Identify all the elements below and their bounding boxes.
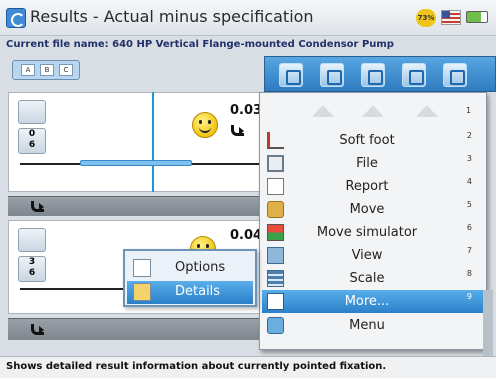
results-app-icon [6,8,26,28]
battery-percent-badge: 73% [416,9,436,27]
menu-item-scale[interactable]: Scale 8 [262,267,484,290]
toolbar [264,56,496,92]
offset-arrow-icon [30,323,44,335]
view-toggle-a[interactable]: A [21,64,35,76]
current-file-name: Current file name: 640 HP Vertical Flang… [6,39,394,50]
chart-icon[interactable] [402,63,426,87]
shaft-line [20,288,124,290]
battery-icon [466,11,488,23]
measurement-direction-label: 3 6 [18,256,46,282]
menu-item-report[interactable]: Report 4 [262,175,484,198]
gap-value: 0.04 [230,228,263,243]
panel-status-strip [8,196,260,216]
menu-item-soft-foot[interactable]: Soft foot 2 [262,129,484,152]
coupling-icon [18,100,46,124]
view-toggle[interactable]: A B C [12,60,80,80]
submenu-item-options[interactable]: Options [127,257,253,280]
wave-icon[interactable] [443,63,467,87]
panel-status-strip [8,318,260,340]
menu-item-menu[interactable]: Menu [262,314,484,337]
flag-icon [441,10,461,25]
menu-scroll-up[interactable] [312,105,472,121]
smiley-icon [192,112,218,138]
menu-item-view[interactable]: View 7 [262,244,484,267]
view-toggle-b[interactable]: B [40,64,54,76]
menu-item-move-simulator[interactable]: Move simulator 6 [262,221,484,244]
menu-item-move[interactable]: Move 5 [262,198,484,221]
submenu-item-details[interactable]: Details [127,281,253,304]
menu-item-more[interactable]: More... 9 [262,290,484,313]
calculator-icon[interactable] [279,63,303,87]
menu-item-file[interactable]: File 3 [262,152,484,175]
measurement-direction-label: 0 6 [18,128,46,154]
options-icon [133,259,151,277]
coupling-icon [18,228,46,252]
shaft-coupling [80,160,192,166]
side-tab [483,290,493,360]
details-icon [133,283,151,301]
angle-arrow-icon [230,124,244,136]
status-text: Shows detailed result information about … [6,361,387,372]
center-line [152,92,154,192]
view-toggle-c[interactable]: C [59,64,73,76]
hand-icon[interactable] [361,63,385,87]
offset-arrow-icon [30,200,44,212]
gap-value: 0.03 [230,103,263,118]
grid-icon[interactable] [320,63,344,87]
menu-item-number: 1 [466,106,472,115]
window-title: Results - Actual minus specification [30,7,314,26]
